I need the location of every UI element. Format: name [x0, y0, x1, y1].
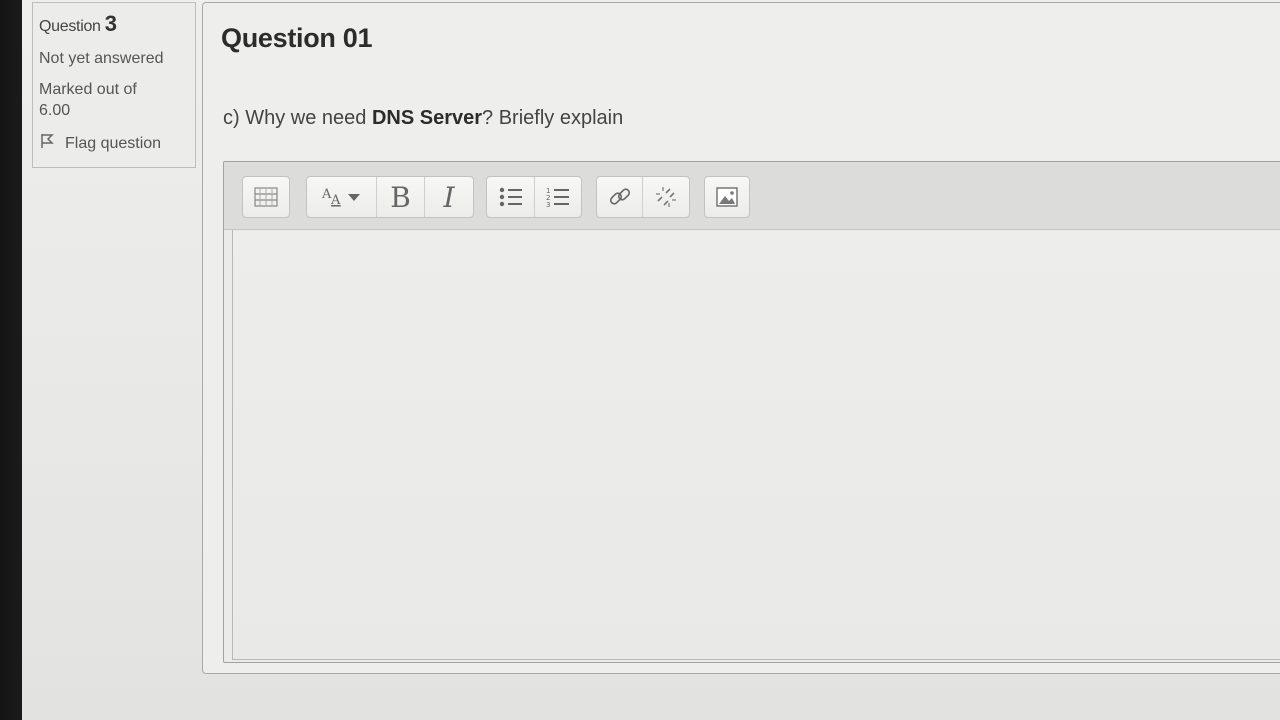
question-label: Question: [39, 18, 101, 35]
answer-editor: A A B I 1 2 3: [223, 161, 1280, 663]
marks-info: Marked out of 6.00: [39, 81, 137, 119]
svg-text:3: 3: [546, 201, 550, 209]
question-prompt: c) Why we need DNS Server? Briefly expla…: [223, 107, 623, 130]
toolbar-toggle-button[interactable]: [243, 177, 289, 217]
toolbar-group-links: [596, 176, 690, 218]
question-content: Question 01 c) Why we need DNS Server? B…: [202, 2, 1280, 674]
bold-icon: B: [390, 180, 411, 214]
unordered-list-button[interactable]: [487, 177, 535, 217]
question-info-panel: Question 3 Not yet answered Marked out o…: [32, 2, 196, 168]
ordered-list-button[interactable]: 1 2 3: [535, 177, 581, 217]
toolbar-toggle-icon: [254, 187, 278, 207]
toolbar-group-format: A A B I: [306, 176, 474, 218]
prompt-bold: DNS Server: [371, 107, 483, 129]
toolbar-group-toggle: [242, 176, 290, 218]
question-number-line: Question 3: [39, 11, 189, 37]
question-title: Question 01: [221, 23, 373, 53]
link-icon: [608, 185, 632, 209]
prompt-suffix: ? Briefly explain: [482, 107, 624, 129]
flag-question-link[interactable]: Flag question: [39, 133, 189, 154]
font-style-icon: A A: [320, 184, 364, 210]
unlink-icon: [654, 185, 678, 209]
flag-question-label: Flag question: [65, 134, 162, 152]
question-number: 3: [104, 11, 117, 36]
answer-content-area[interactable]: [232, 230, 1280, 660]
link-button[interactable]: [597, 177, 643, 217]
insert-image-button[interactable]: [705, 177, 749, 217]
bold-button[interactable]: B: [377, 177, 425, 217]
font-style-button[interactable]: A A: [307, 177, 377, 217]
toolbar-group-lists: 1 2 3: [486, 176, 582, 218]
editor-toolbar: A A B I 1 2 3: [224, 162, 1280, 230]
ordered-list-icon: 1 2 3: [546, 185, 570, 209]
unlink-button[interactable]: [643, 177, 689, 217]
prompt-prefix: c) Why we need: [223, 107, 372, 129]
unordered-list-icon: [499, 186, 523, 208]
image-icon: [715, 186, 739, 208]
flag-icon: [39, 133, 55, 154]
italic-icon: I: [443, 180, 455, 214]
italic-button[interactable]: I: [425, 177, 473, 217]
toolbar-group-media: [704, 176, 750, 218]
answer-status: Not yet answered: [39, 50, 164, 67]
